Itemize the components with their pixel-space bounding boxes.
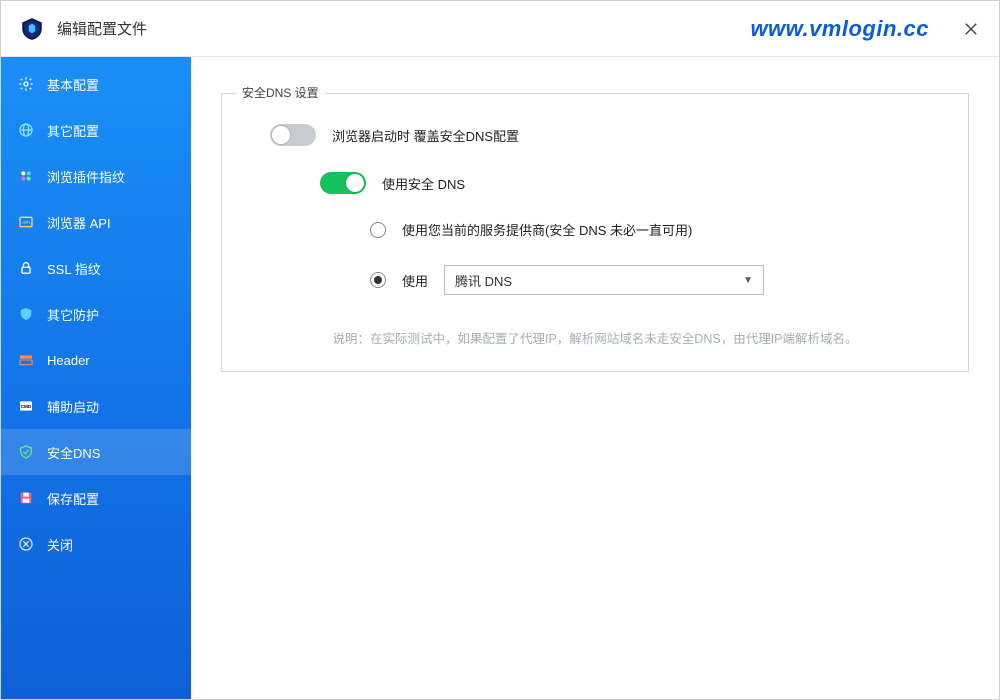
row-use-secure-dns: 使用安全 DNS bbox=[250, 172, 940, 194]
save-icon bbox=[17, 489, 35, 507]
puzzle-icon bbox=[17, 167, 35, 185]
groupbox-title: 安全DNS 设置 bbox=[236, 84, 325, 101]
sidebar-item-plugins[interactable]: 浏览插件指纹 bbox=[1, 153, 191, 199]
chevron-down-icon: ▼ bbox=[743, 275, 753, 286]
app-logo-icon bbox=[19, 16, 45, 42]
window-title: 编辑配置文件 bbox=[57, 18, 147, 39]
dns-provider-selected: 腾讯 DNS bbox=[455, 271, 512, 290]
brand-url: www.vmlogin.cc bbox=[750, 16, 929, 42]
sidebar-item-label: SSL 指纹 bbox=[47, 259, 101, 278]
use-secure-dns-toggle[interactable] bbox=[320, 172, 366, 194]
row-override-toggle: 浏览器启动时 覆盖安全DNS配置 bbox=[250, 124, 940, 146]
secure-dns-groupbox: 安全DNS 设置 浏览器启动时 覆盖安全DNS配置 使用安全 DNS 使用您当前… bbox=[221, 93, 969, 372]
sidebar-item-label: 安全DNS bbox=[47, 443, 100, 462]
close-button[interactable] bbox=[957, 15, 985, 43]
svg-text:CMD: CMD bbox=[21, 404, 32, 409]
radio-current-provider[interactable] bbox=[370, 222, 386, 238]
dns-provider-select[interactable]: 腾讯 DNS ▼ bbox=[444, 265, 764, 295]
sidebar-item-label: 其它配置 bbox=[47, 121, 99, 140]
sidebar-item-basic[interactable]: 基本配置 bbox=[1, 61, 191, 107]
sidebar-item-label: 辅助启动 bbox=[47, 397, 99, 416]
sidebar: 基本配置 其它配置 浏览插件指纹 API 浏览器 API bbox=[1, 57, 191, 699]
titlebar: 编辑配置文件 www.vmlogin.cc bbox=[1, 1, 999, 57]
sidebar-item-other[interactable]: 其它配置 bbox=[1, 107, 191, 153]
svg-text:API: API bbox=[22, 220, 30, 225]
sidebar-item-label: 浏览器 API bbox=[47, 213, 111, 232]
sidebar-item-label: 其它防护 bbox=[47, 305, 99, 324]
close-icon bbox=[964, 22, 978, 36]
sidebar-item-label: 保存配置 bbox=[47, 489, 99, 508]
sidebar-item-label: 关闭 bbox=[47, 535, 73, 554]
header-icon bbox=[17, 351, 35, 369]
api-icon: API bbox=[17, 213, 35, 231]
sidebar-item-save[interactable]: 保存配置 bbox=[1, 475, 191, 521]
override-toggle[interactable] bbox=[270, 124, 316, 146]
row-option-use-provider: 使用 腾讯 DNS ▼ bbox=[250, 265, 940, 295]
row-option-current-provider: 使用您当前的服务提供商(安全 DNS 未必一直可用) bbox=[250, 220, 940, 239]
sidebar-item-protect[interactable]: 其它防护 bbox=[1, 291, 191, 337]
override-label: 浏览器启动时 覆盖安全DNS配置 bbox=[332, 126, 519, 145]
dns-shield-icon bbox=[17, 443, 35, 461]
sidebar-item-auxstart[interactable]: CMD 辅助启动 bbox=[1, 383, 191, 429]
globe-icon bbox=[17, 121, 35, 139]
sidebar-item-securedns[interactable]: 安全DNS bbox=[1, 429, 191, 475]
content-panel: 安全DNS 设置 浏览器启动时 覆盖安全DNS配置 使用安全 DNS 使用您当前… bbox=[191, 57, 999, 699]
x-circle-icon bbox=[17, 535, 35, 553]
use-secure-dns-label: 使用安全 DNS bbox=[382, 174, 465, 193]
sidebar-item-label: 基本配置 bbox=[47, 75, 99, 94]
sidebar-item-header[interactable]: Header bbox=[1, 337, 191, 383]
explanation-note: 说明：在实际测试中，如果配置了代理IP，解析网站域名未走安全DNS，由代理IP端… bbox=[250, 329, 940, 349]
sidebar-item-ssl[interactable]: SSL 指纹 bbox=[1, 245, 191, 291]
lock-icon bbox=[17, 259, 35, 277]
option-current-provider-label: 使用您当前的服务提供商(安全 DNS 未必一直可用) bbox=[402, 220, 692, 239]
radio-use-provider[interactable] bbox=[370, 272, 386, 288]
sidebar-item-label: Header bbox=[47, 353, 90, 368]
main-area: 基本配置 其它配置 浏览插件指纹 API 浏览器 API bbox=[1, 57, 999, 699]
gear-icon bbox=[17, 75, 35, 93]
sidebar-item-browserapi[interactable]: API 浏览器 API bbox=[1, 199, 191, 245]
app-window: 编辑配置文件 www.vmlogin.cc 基本配置 其它配置 bbox=[1, 1, 999, 699]
sidebar-item-close[interactable]: 关闭 bbox=[1, 521, 191, 567]
shield-icon bbox=[17, 305, 35, 323]
sidebar-item-label: 浏览插件指纹 bbox=[47, 167, 125, 186]
cmd-icon: CMD bbox=[17, 397, 35, 415]
option-use-prefix: 使用 bbox=[402, 271, 428, 290]
